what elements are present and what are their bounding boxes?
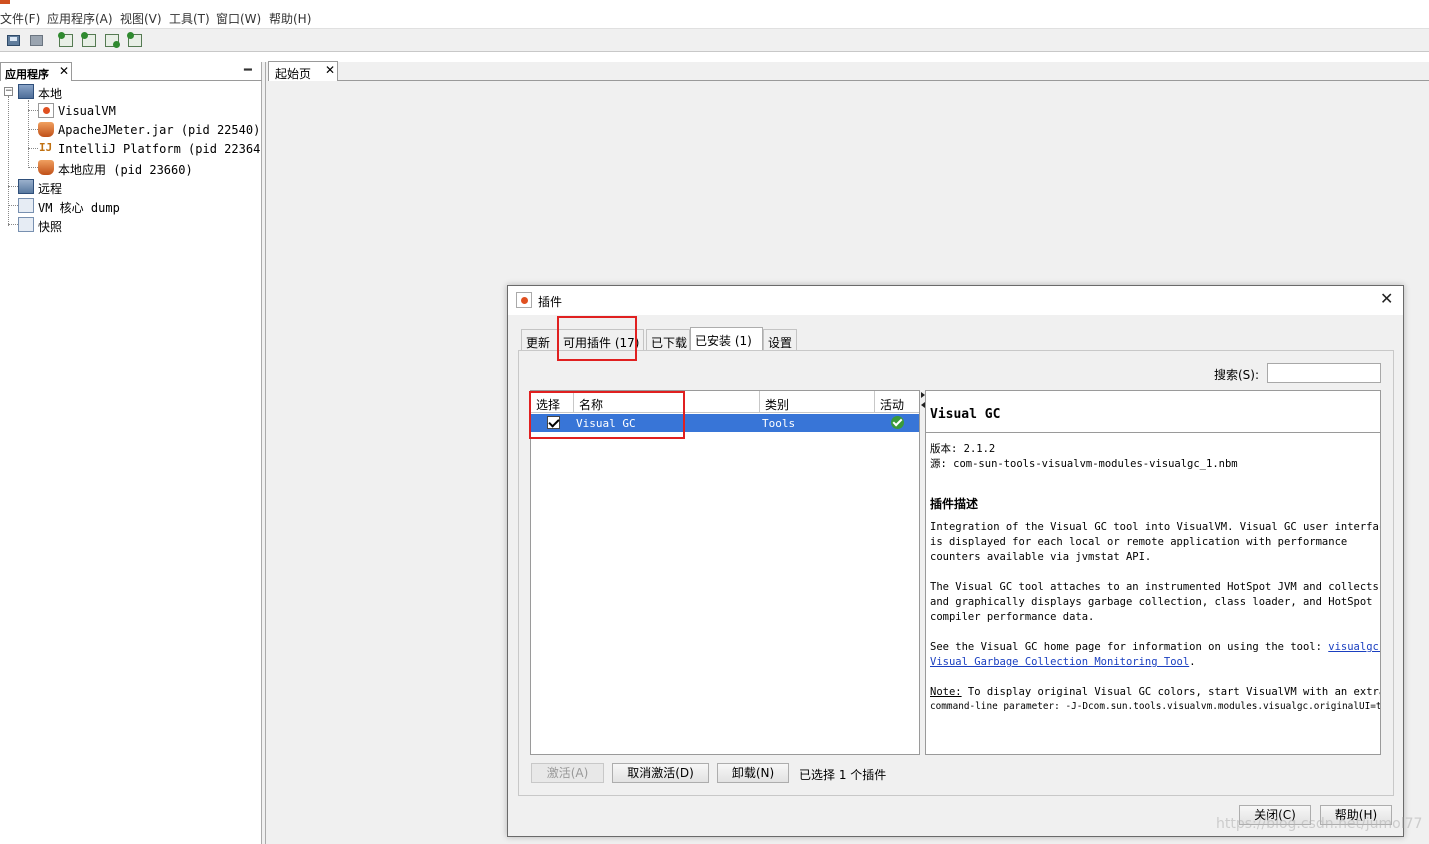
activate-button[interactable]: 激活(A) (531, 763, 604, 783)
close-icon[interactable]: ✕ (325, 63, 335, 77)
selection-status: 已选择 1 个插件 (799, 768, 887, 782)
minimize-icon[interactable]: ━ (244, 63, 252, 78)
description-text: is displayed for each local or remote ap… (930, 536, 1348, 548)
tree-node-label: 远程 (38, 182, 63, 196)
tree-line (28, 110, 38, 111)
plugin-title: Visual GC (930, 407, 1001, 422)
computer-icon (18, 84, 34, 99)
plugin-table: 选择 名称 类别 活动 Visual GC Tools (530, 390, 920, 755)
tree-line (28, 129, 38, 130)
column-header-active[interactable]: 活动 (875, 391, 919, 413)
save-icon[interactable] (28, 32, 46, 50)
applications-panel: 应用程序 ✕ ━ − 本地 VisualVM ApacheJMeter.jar … (0, 62, 268, 844)
description-text: See the Visual GC home page for informat… (930, 641, 1380, 653)
tab-downloaded[interactable]: 已下载 (646, 329, 690, 351)
description-text: The Visual GC tool attaches to an instru… (930, 581, 1379, 593)
intellij-icon (38, 141, 54, 156)
tab-label: 更新 (526, 336, 551, 350)
tree-line (28, 167, 38, 168)
description-text: compiler performance data. (930, 611, 1095, 623)
tab-updates[interactable]: 更新 (521, 329, 558, 351)
collapse-toggle[interactable]: − (4, 87, 13, 96)
description-text: counters available via jvmstat API. (930, 551, 1152, 563)
tab-label: 已安装 (1) (695, 334, 752, 348)
java-icon (38, 160, 54, 175)
tree-node-label: IntelliJ Platform (pid 22364) (58, 142, 268, 156)
visualvm-icon (38, 103, 54, 118)
tab-settings[interactable]: 设置 (763, 329, 797, 351)
tree-node-label: VisualVM (58, 104, 116, 118)
details-header: Visual GC (926, 391, 1380, 433)
note-text: command-line parameter: -J-Dcom.sun.tool… (930, 701, 1381, 712)
visualvm-icon (516, 292, 532, 308)
note-label: Note: (930, 686, 962, 698)
active-check-icon (891, 416, 904, 429)
close-icon[interactable]: ✕ (1380, 289, 1393, 308)
tab-label: 已下载 (651, 336, 688, 350)
description-text: Integration of the Visual GC tool into V… (930, 521, 1381, 533)
version-line: 版本: 2.1.2 (930, 443, 996, 455)
close-icon[interactable]: ✕ (59, 64, 69, 78)
tree-node-label: 快照 (38, 220, 63, 234)
visualgc-link[interactable]: visualgc - (1328, 641, 1380, 653)
tree-line (8, 224, 18, 225)
toolbar (0, 28, 1429, 52)
menu-bar: 文件(F) 应用程序(A) 视图(V) 工具(T) 窗口(W) 帮助(H) (0, 8, 1429, 28)
tab-label: 设置 (768, 336, 793, 350)
tree-node-label: ApacheJMeter.jar (pid 22540) (58, 123, 261, 137)
plugins-dialog: 插件 ✕ 更新 可用插件 (17) 已下载 已安装 (1) 设置 搜索(S): … (507, 285, 1404, 837)
snapshot-icon (18, 217, 34, 232)
column-header-category[interactable]: 类别 (760, 391, 875, 413)
dialog-title-bar: 插件 ✕ (508, 286, 1403, 315)
source-line: 源: com-sun-tools-visualvm-modules-visual… (930, 458, 1238, 470)
description-heading: 插件描述 (930, 497, 979, 511)
tree-line (8, 186, 18, 187)
add-vm-coredump-icon[interactable] (104, 32, 122, 50)
visualgc-home-link[interactable]: Visual Garbage Collection Monitoring Too… (930, 656, 1189, 668)
visualvm-app-icon (0, 0, 10, 4)
tree-line (8, 96, 9, 226)
tab-divider (72, 80, 262, 81)
deactivate-button[interactable]: 取消激活(D) (612, 763, 709, 783)
plugin-category-cell: Tools (762, 417, 796, 430)
tab-start-page[interactable]: 起始页 ✕ (268, 61, 338, 81)
dialog-title: 插件 (538, 295, 563, 309)
tab-installed[interactable]: 已安装 (1) (690, 327, 763, 351)
menu-window[interactable]: 窗口(W) (216, 10, 261, 27)
add-snapshot-icon[interactable] (127, 32, 145, 50)
tree-node-label: VM 核心 dump (38, 201, 120, 215)
uninstall-button[interactable]: 卸载(N) (717, 763, 789, 783)
menu-tools[interactable]: 工具(T) (169, 10, 210, 27)
highlight-box (529, 391, 685, 439)
core-dump-icon (18, 198, 34, 213)
tree-line (28, 148, 38, 149)
menu-applications[interactable]: 应用程序(A) (47, 10, 113, 27)
load-snapshot-icon[interactable] (5, 32, 23, 50)
tree-node-label: 本地 (38, 87, 63, 101)
plugin-details: Visual GC 版本: 2.1.2 源: com-sun-tools-vis… (925, 390, 1381, 755)
applications-tab[interactable]: 应用程序 ✕ (0, 62, 72, 81)
applications-tab-label: 应用程序 (5, 68, 49, 81)
description-text: and graphically displays garbage collect… (930, 596, 1373, 608)
menu-view[interactable]: 视图(V) (120, 10, 162, 27)
java-icon (38, 122, 54, 137)
watermark: https://blog.csdn.net/jumol77 (1216, 816, 1423, 832)
start-page-tab-label: 起始页 (275, 67, 312, 81)
search-input[interactable] (1267, 363, 1381, 383)
tab-divider (338, 80, 1429, 81)
tree-node-label: 本地应用 (pid 23660) (58, 163, 193, 177)
note-text: Note: To display original Visual GC colo… (930, 686, 1381, 698)
tree-line (8, 205, 18, 206)
highlight-box (557, 316, 637, 361)
description-text: Visual Garbage Collection Monitoring Too… (930, 656, 1196, 668)
add-jmx-connection-icon[interactable] (58, 32, 76, 50)
remote-host-icon (18, 179, 34, 194)
menu-file[interactable]: 文件(F) (0, 10, 40, 27)
menu-help[interactable]: 帮助(H) (269, 10, 311, 27)
add-remote-host-icon[interactable] (81, 32, 99, 50)
window-title-bar (0, 0, 1429, 8)
search-label: 搜索(S): (1214, 368, 1260, 382)
